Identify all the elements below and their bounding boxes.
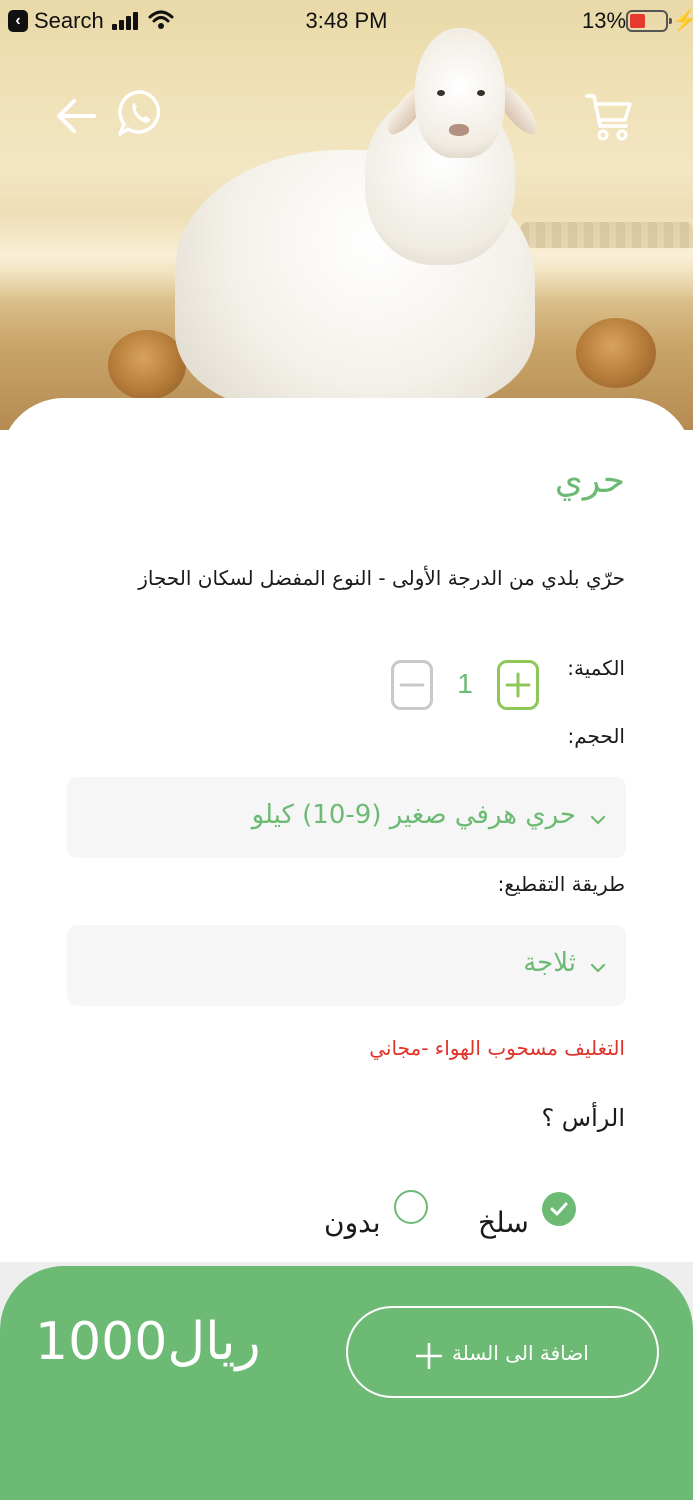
plus-icon	[416, 1343, 442, 1369]
total-price: 1000ريال	[35, 1312, 261, 1372]
hero-treeline	[520, 222, 693, 248]
cutting-selected-value: ثلاجة	[523, 948, 576, 978]
head-option-skinned-label: سلخ	[478, 1206, 529, 1239]
quantity-value: 1	[457, 668, 473, 699]
status-bar: ‹ Search 3:48 PM 13% ⚡	[0, 0, 693, 42]
product-description: حرّي بلدي من الدرجة الأولى - النوع المفض…	[138, 566, 625, 590]
quantity-label: الكمية:	[567, 656, 625, 680]
radio-checked-icon	[542, 1192, 576, 1226]
charging-bolt-icon: ⚡	[672, 10, 693, 32]
size-label: الحجم:	[567, 724, 625, 748]
cutting-label: طريقة التقطيع:	[497, 872, 625, 896]
head-option-none-label: بدون	[324, 1206, 381, 1239]
packaging-note: التغليف مسحوب الهواء -مجاني	[369, 1036, 625, 1060]
quantity-increase-button[interactable]	[497, 660, 539, 710]
battery-icon	[626, 10, 672, 32]
add-to-cart-label: اضافة الى السلة	[452, 1341, 589, 1365]
head-option-skinned[interactable]: سلخ	[478, 1188, 578, 1248]
head-option-none[interactable]: بدون	[324, 1188, 434, 1248]
size-select[interactable]: حري هرفي صغير (9-10) كيلو	[67, 777, 626, 858]
sheep-nose	[449, 124, 469, 136]
product-title: حري	[554, 460, 625, 501]
product-hero-image	[0, 0, 693, 430]
hay-bale-right	[576, 318, 656, 388]
cutting-select[interactable]: ثلاجة	[67, 925, 626, 1006]
radio-unchecked-icon	[394, 1190, 428, 1224]
size-selected-value: حري هرفي صغير (9-10) كيلو	[251, 800, 576, 830]
head-option-question: الرأس ؟	[541, 1104, 625, 1132]
quantity-decrease-button[interactable]	[391, 660, 433, 710]
sheep-eye-left	[437, 90, 445, 96]
chevron-down-icon	[590, 959, 606, 978]
chevron-down-icon	[590, 811, 606, 830]
add-to-cart-button[interactable]: اضافة الى السلة	[346, 1306, 659, 1398]
sheep-eye-right	[477, 90, 485, 96]
shopping-cart-icon[interactable]	[584, 92, 634, 142]
back-arrow-icon[interactable]	[54, 94, 98, 138]
sheep-head	[415, 28, 505, 158]
battery-percent: 13%	[582, 8, 627, 33]
hay-bale-left	[108, 330, 186, 400]
whatsapp-icon[interactable]	[116, 88, 164, 142]
